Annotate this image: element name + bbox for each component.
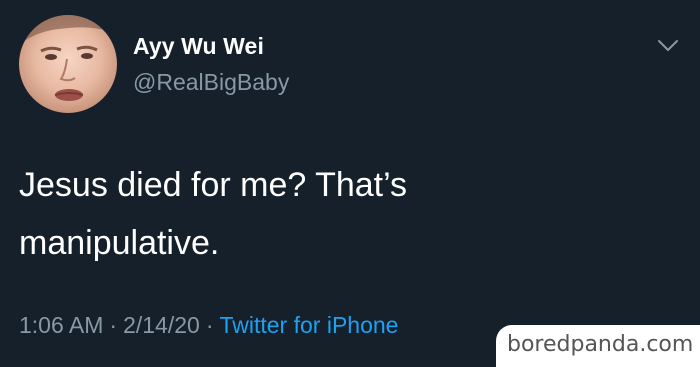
tweet-time[interactable]: 1:06 AM: [19, 312, 103, 338]
user-avatar-icon: [19, 15, 117, 101]
tweet-text-line: Jesus died for me? That’s: [19, 166, 408, 204]
tweet-metadata: 1:06 AM · 2/14/20 · Twitter for iPhone: [19, 312, 398, 339]
chevron-down-icon: [658, 40, 678, 51]
avatar[interactable]: [19, 15, 117, 113]
separator-dot: ·: [205, 312, 214, 338]
tweet-source-link[interactable]: Twitter for iPhone: [219, 312, 398, 338]
user-handle[interactable]: @RealBigBaby: [133, 69, 289, 96]
separator-dot: ·: [109, 312, 118, 338]
watermark: boredpanda.com: [496, 325, 700, 367]
tweet-text: Jesus died for me? That’s manipulative.: [19, 156, 659, 272]
display-name[interactable]: Ayy Wu Wei: [133, 33, 264, 60]
tweet-date[interactable]: 2/14/20: [123, 312, 200, 338]
tweet-menu-button[interactable]: [655, 35, 681, 57]
tweet-text-line: manipulative.: [19, 224, 220, 262]
tweet-card: Ayy Wu Wei @RealBigBaby Jesus died for m…: [0, 0, 700, 367]
watermark-text: boredpanda.com: [507, 332, 694, 357]
